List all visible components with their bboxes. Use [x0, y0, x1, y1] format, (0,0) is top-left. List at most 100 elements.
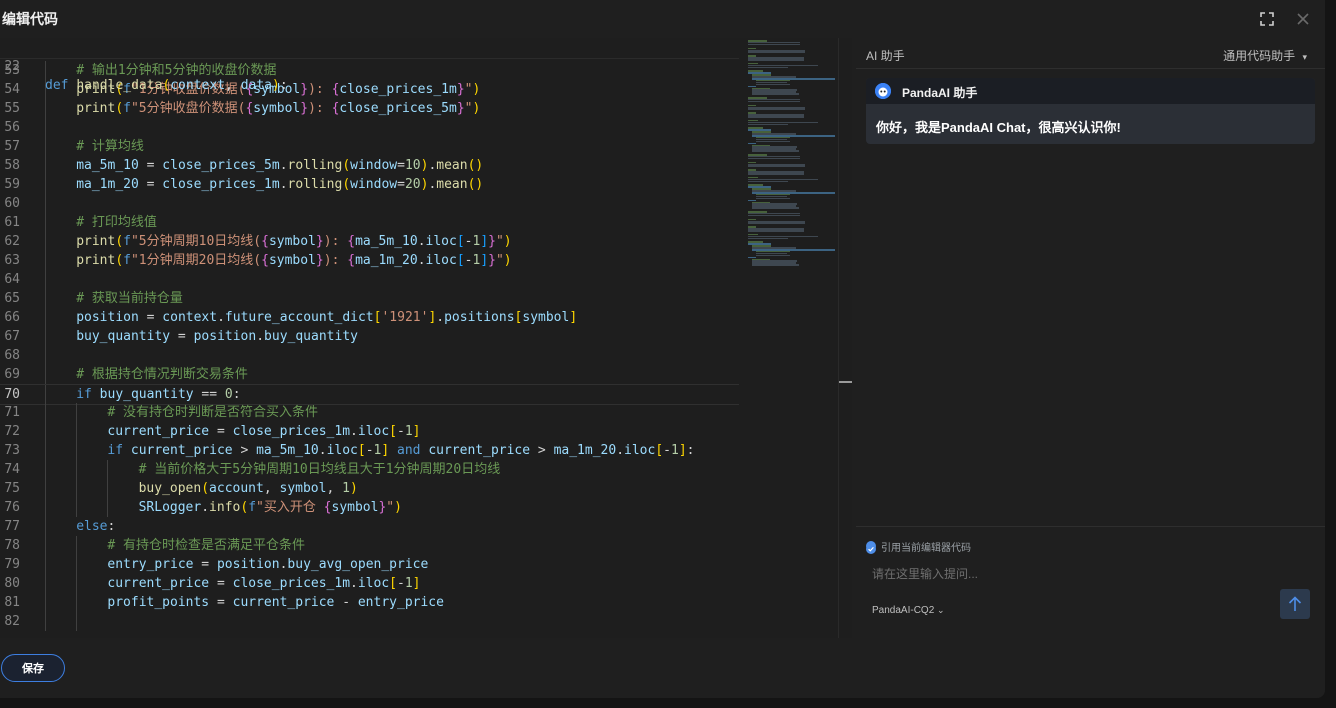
indent-guide: [45, 593, 46, 612]
code-line[interactable]: 71 # 没有持仓时判断是否符合买入条件: [0, 403, 739, 422]
code-line[interactable]: 66 position = context.future_account_dict…: [0, 308, 739, 327]
code-text: buy_open(account, symbol, 1): [138, 481, 358, 496]
chat-input-area: 引用当前编辑器代码 PandaAI-CQ2 ⌄: [856, 526, 1325, 639]
indent-guide: [76, 612, 78, 631]
minimap-line: [748, 51, 806, 53]
dialog-footer: 保存: [0, 638, 1325, 698]
arrow-up-icon: [1288, 596, 1302, 611]
code-text: position = context.future_account_dict['…: [76, 310, 578, 325]
indent-guide: [45, 289, 46, 308]
line-number: 76: [4, 500, 20, 515]
line-number: 65: [4, 291, 20, 306]
code-line[interactable]: 61 # 打印均线值: [0, 213, 739, 232]
code-line[interactable]: 73 if current_price > ma_5m_10.iloc[-1] a…: [0, 441, 739, 460]
minimap-line: [748, 123, 788, 126]
indent-guide: [107, 460, 109, 479]
code-line[interactable]: 70 if buy_quantity == 0:: [0, 384, 739, 405]
assistant-mode-label: 通用代码助手: [1223, 49, 1296, 63]
minimap-line: [748, 165, 806, 167]
minimap-line: [748, 43, 800, 46]
reference-code-label: 引用当前编辑器代码: [881, 543, 971, 554]
indent-guide: [45, 251, 46, 270]
chevron-down-icon: ⌄: [937, 605, 945, 615]
minimap-line: [756, 254, 791, 257]
code-line[interactable]: 74 # 当前价格大于5分钟周期10日均线且大于1分钟周期20日均线: [0, 460, 739, 479]
send-button[interactable]: [1280, 589, 1310, 619]
sticky-scroll-header[interactable]: 22 def handle_data(context, data):: [0, 38, 739, 93]
indent-guide: [45, 479, 46, 498]
indent-guide: [45, 137, 46, 156]
code-line[interactable]: 72 current_price = close_prices_1m.iloc[-…: [0, 422, 739, 441]
code-line[interactable]: 62 print(f"5分钟周期10日均线({symbol}): {ma_5m_1…: [0, 232, 739, 251]
save-button[interactable]: 保存: [1, 654, 65, 682]
line-number: 82: [4, 614, 20, 629]
minimap-line: [752, 207, 800, 209]
code-line[interactable]: 77 else:: [0, 517, 739, 536]
code-line[interactable]: 55 print(f"5分钟收盘价数据({symbol}): {close_pri…: [0, 99, 739, 118]
indent-guide: [45, 194, 46, 213]
code-line[interactable]: 64: [0, 270, 739, 289]
code-line[interactable]: 56: [0, 118, 739, 137]
code-editor[interactable]: 22 def handle_data(context, data): 53 # 输…: [0, 38, 852, 638]
code-line[interactable]: 79 entry_price = position.buy_avg_open_pr…: [0, 555, 739, 574]
message-sender: PandaAI 助手: [902, 86, 978, 100]
vertical-scrollbar[interactable]: [838, 38, 852, 638]
indent-guide: [76, 479, 78, 498]
code-line[interactable]: 78 # 有持仓时检查是否满足平仓条件: [0, 536, 739, 555]
code-line[interactable]: 69 # 根据持仓情况判断交易条件: [0, 365, 739, 384]
ai-panel-header: AI 助手 通用代码助手 ▾: [856, 38, 1325, 69]
code-text: # 没有持仓时判断是否符合买入条件: [107, 405, 319, 420]
minimap-line: [748, 108, 806, 110]
code-line[interactable]: 63 print(f"1分钟周期20日均线({symbol}): {ma_1m_2…: [0, 251, 739, 270]
code-text: print(f"5分钟周期10日均线({symbol}): {ma_5m_10.…: [76, 234, 512, 249]
code-text: # 当前价格大于5分钟周期10日均线且大于1分钟周期20日均线: [138, 462, 501, 477]
code-text: # 计算均线: [76, 139, 144, 154]
code-text: SRLogger.info(f"买入开仓 {symbol}"): [138, 500, 402, 515]
code-line[interactable]: 80 current_price = close_prices_1m.iloc[-…: [0, 574, 739, 593]
message-text: 你好，我是PandaAI Chat，很高兴认识你!: [876, 120, 1121, 135]
code-line[interactable]: 58 ma_5m_10 = close_prices_5m.rolling(win…: [0, 156, 739, 175]
minimap-line: [748, 180, 788, 183]
indent-guide: [76, 574, 78, 593]
code-line[interactable]: 59 ma_1m_20 = close_prices_1m.rolling(win…: [0, 175, 739, 194]
indent-guide: [76, 422, 78, 441]
minimap-line: [752, 264, 800, 266]
indent-guide: [45, 536, 46, 555]
minimap-line: [748, 230, 805, 232]
minimap[interactable]: [740, 38, 838, 638]
line-number: 57: [4, 139, 20, 154]
minimap-line: [752, 150, 800, 152]
indent-guide: [45, 156, 46, 175]
code-text: current_price = close_prices_1m.iloc[-1]: [107, 576, 421, 591]
code-line[interactable]: 57 # 计算均线: [0, 137, 739, 156]
indent-guide: [45, 460, 46, 479]
chat-message: PandaAI 助手 你好，我是PandaAI Chat，很高兴认识你!: [866, 78, 1315, 144]
code-line[interactable]: 81 profit_points = current_price - entry_…: [0, 593, 739, 612]
model-selector[interactable]: PandaAI-CQ2 ⌄: [872, 605, 945, 616]
code-line[interactable]: 60: [0, 194, 739, 213]
code-line[interactable]: 65 # 获取当前持仓量: [0, 289, 739, 308]
line-number: 66: [4, 310, 20, 325]
minimap-line: [756, 140, 791, 143]
assistant-mode-dropdown[interactable]: 通用代码助手 ▾: [1223, 47, 1307, 64]
minimap-line: [748, 100, 800, 103]
code-line[interactable]: 68: [0, 346, 739, 365]
model-label: PandaAI-CQ2: [872, 605, 935, 616]
reference-code-check-icon[interactable]: [866, 541, 876, 554]
code-text: if current_price > ma_5m_10.iloc[-1] and…: [107, 443, 695, 458]
prompt-input[interactable]: [870, 563, 1274, 585]
code-text: # 根据持仓情况判断交易条件: [76, 367, 248, 382]
indent-guide: [76, 460, 78, 479]
chevron-down-icon: ▾: [1302, 52, 1307, 62]
code-area[interactable]: 22 def handle_data(context, data): 53 # 输…: [0, 38, 739, 638]
code-line[interactable]: 76 SRLogger.info(f"买入开仓 {symbol}"): [0, 498, 739, 517]
ai-panel-title: AI 助手: [866, 49, 905, 63]
fullscreen-icon[interactable]: [1260, 12, 1274, 26]
code-line[interactable]: 67 buy_quantity = position.buy_quantity: [0, 327, 739, 346]
code-text: buy_quantity = position.buy_quantity: [76, 329, 358, 344]
code-line[interactable]: 82: [0, 612, 739, 631]
close-icon[interactable]: [1296, 12, 1310, 26]
code-line[interactable]: 75 buy_open(account, symbol, 1): [0, 479, 739, 498]
scrollbar-cursor-marker: [839, 381, 852, 383]
indent-guide: [45, 612, 46, 631]
